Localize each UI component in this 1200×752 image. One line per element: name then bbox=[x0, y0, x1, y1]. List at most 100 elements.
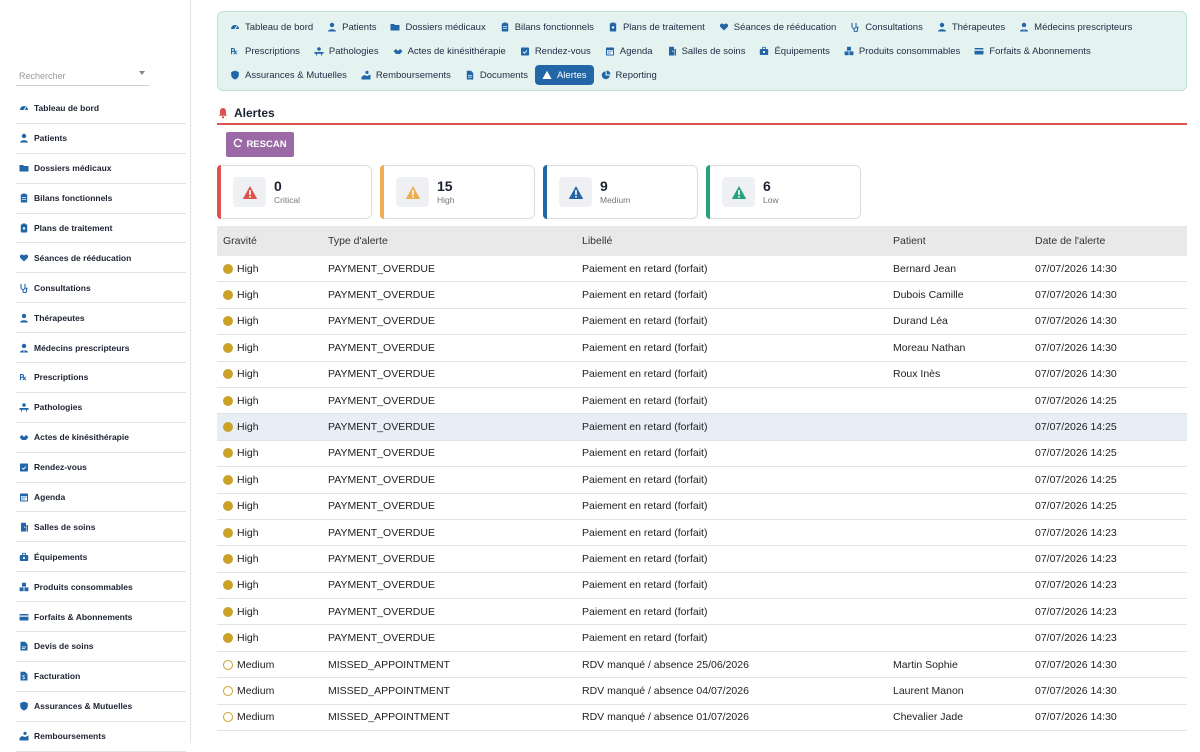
cell-type: PAYMENT_OVERDUE bbox=[328, 500, 435, 513]
nav-tab-row3-4[interactable]: Alertes bbox=[534, 65, 594, 85]
col-header-severity[interactable]: Gravité bbox=[217, 235, 322, 247]
nav-tab-row1-8[interactable]: Thérapeutes bbox=[930, 17, 1012, 37]
rescan-button[interactable]: RESCAN bbox=[226, 132, 294, 157]
nav-tab-label: Équipements bbox=[774, 45, 830, 57]
sidebar-item-6[interactable]: Séances de rééducation bbox=[16, 243, 186, 274]
table-row[interactable]: High PAYMENT_OVERDUE Paiement en retard (f… bbox=[217, 599, 1187, 626]
severity-text: High bbox=[237, 262, 259, 275]
chevron-down-icon[interactable] bbox=[139, 71, 145, 75]
cell-severity: High bbox=[217, 342, 322, 354]
cell-patient: Bernard Jean bbox=[893, 262, 957, 275]
table-row[interactable]: High PAYMENT_OVERDUE Paiement en retard (f… bbox=[217, 282, 1187, 309]
nav-tab-row1-2[interactable]: Patients bbox=[320, 17, 383, 37]
cell-severity: High bbox=[217, 527, 322, 539]
table-row[interactable]: High PAYMENT_OVERDUE Paiement en retard (f… bbox=[217, 546, 1187, 573]
severity-dot-icon bbox=[223, 369, 233, 380]
nav-tab-row3-1[interactable]: Assurances & Mutuelles bbox=[223, 65, 354, 85]
col-header-patient[interactable]: Patient bbox=[887, 235, 1029, 247]
table-row[interactable]: High PAYMENT_OVERDUE Paiement en retard (f… bbox=[217, 387, 1187, 415]
nav-tab-row2-4[interactable]: Rendez-vous bbox=[513, 41, 598, 61]
sidebar-item-3[interactable]: Dossiers médicaux bbox=[16, 154, 186, 184]
sidebar-item-17[interactable]: Produits consommables bbox=[16, 572, 186, 603]
cell-date: 07/07/2026 14:23 bbox=[1035, 552, 1117, 565]
nav-tab-row2-1[interactable]: ℞ Prescriptions bbox=[223, 41, 307, 61]
stat-value: 9 bbox=[600, 178, 608, 194]
sidebar-search[interactable] bbox=[16, 66, 149, 86]
nav-tab-row2-9[interactable]: Forfaits & Abonnements bbox=[967, 41, 1097, 61]
table-row[interactable]: High PAYMENT_OVERDUE Paiement en retard (f… bbox=[217, 493, 1187, 520]
document-icon bbox=[465, 70, 475, 80]
shield-icon bbox=[19, 701, 29, 711]
table-row[interactable]: High PAYMENT_OVERDUE Paiement en retard (f… bbox=[217, 335, 1187, 362]
sidebar-item-21[interactable]: Assurances & Mutuelles bbox=[16, 692, 186, 722]
sidebar-item-5[interactable]: Plans de traitement bbox=[16, 214, 186, 244]
cell-patient: Martin Sophie bbox=[893, 658, 958, 671]
nav-tab-row1-5[interactable]: Plans de traitement bbox=[601, 17, 712, 37]
nav-tab-row2-8[interactable]: Produits consommables bbox=[837, 41, 967, 61]
nav-tab-row2-3[interactable]: Actes de kinésithérapie bbox=[386, 41, 513, 61]
table-row[interactable]: High PAYMENT_OVERDUE Paiement en retard (f… bbox=[217, 361, 1187, 388]
nav-tab-row3-3[interactable]: Documents bbox=[458, 65, 535, 85]
table-row[interactable]: Medium MISSED_APPOINTMENT RDV manqué / abs… bbox=[217, 651, 1187, 679]
table-row[interactable]: High PAYMENT_OVERDUE Paiement en retard (f… bbox=[217, 440, 1187, 468]
table-row[interactable]: High PAYMENT_OVERDUE Paiement en retard (f… bbox=[217, 572, 1187, 600]
cell-severity: High bbox=[217, 421, 322, 433]
sidebar-item-16[interactable]: Équipements bbox=[16, 542, 186, 573]
cell-label: Paiement en retard (forfait) bbox=[582, 473, 708, 486]
cell-patient: Roux Inès bbox=[893, 368, 941, 381]
table-row[interactable]: High PAYMENT_OVERDUE Paiement en retard (f… bbox=[217, 256, 1187, 283]
sidebar-item-15[interactable]: Salles de soins bbox=[16, 512, 186, 543]
sidebar-item-label: Forfaits & Abonnements bbox=[34, 611, 133, 622]
table-row[interactable]: Medium MISSED_APPOINTMENT RDV manqué / abs… bbox=[217, 704, 1187, 732]
nav-tab-row1-4[interactable]: Bilans fonctionnels bbox=[493, 17, 601, 37]
nav-tab-row2-2[interactable]: Pathologies bbox=[307, 41, 386, 61]
col-header-date[interactable]: Date de l'alerte bbox=[1029, 235, 1187, 247]
nav-tab-row2-7[interactable]: Équipements bbox=[752, 41, 836, 61]
nav-tab-row1-9[interactable]: Médecins prescripteurs bbox=[1012, 17, 1139, 37]
table-row[interactable]: High PAYMENT_OVERDUE Paiement en retard (f… bbox=[217, 625, 1187, 652]
sidebar-item-4[interactable]: Bilans fonctionnels bbox=[16, 184, 186, 214]
col-header-label[interactable]: Libellé bbox=[576, 235, 887, 247]
sidebar-item-10[interactable]: ℞ Prescriptions bbox=[16, 363, 186, 393]
sidebar-item-label: Rendez-vous bbox=[34, 462, 87, 473]
nav-tab-row1-6[interactable]: Séances de rééducation bbox=[712, 17, 843, 37]
sidebar-item-20[interactable]: $ Facturation bbox=[16, 662, 186, 692]
sidebar-item-9[interactable]: Médecins prescripteurs bbox=[16, 333, 186, 364]
nav-tab-label: Forfaits & Abonnements bbox=[989, 45, 1091, 57]
sidebar-item-1[interactable]: Tableau de bord bbox=[16, 94, 186, 124]
sidebar-item-label: Bilans fonctionnels bbox=[34, 193, 113, 204]
nav-tab-row1-7[interactable]: Consultations bbox=[843, 17, 930, 37]
sidebar-item-12[interactable]: Actes de kinésithérapie bbox=[16, 423, 186, 453]
nav-tab-row3-5[interactable]: Reporting bbox=[594, 65, 664, 85]
sidebar-item-22[interactable]: Remboursements bbox=[16, 722, 186, 752]
sidebar-item-2[interactable]: Patients bbox=[16, 124, 186, 154]
cell-severity: High bbox=[217, 315, 322, 327]
nav-tab-row2-5[interactable]: Agenda bbox=[598, 41, 660, 61]
sidebar-item-7[interactable]: Consultations bbox=[16, 273, 186, 304]
nav-tab-row2-6[interactable]: Salles de soins bbox=[660, 41, 753, 61]
cell-severity: High bbox=[217, 368, 322, 380]
table-row[interactable]: High PAYMENT_OVERDUE Paiement en retard (f… bbox=[217, 308, 1187, 336]
table-row[interactable]: High PAYMENT_OVERDUE Paiement en retard (f… bbox=[217, 519, 1187, 547]
nav-tab-row1-1[interactable]: Tableau de bord bbox=[223, 17, 320, 37]
cell-type: PAYMENT_OVERDUE bbox=[328, 473, 435, 486]
sidebar-item-14[interactable]: Agenda bbox=[16, 483, 186, 513]
table-row[interactable]: High PAYMENT_OVERDUE Paiement en retard (f… bbox=[217, 414, 1187, 441]
sidebar-item-18[interactable]: Forfaits & Abonnements bbox=[16, 602, 186, 633]
dashboard-icon bbox=[230, 22, 240, 32]
sidebar-item-13[interactable]: Rendez-vous bbox=[16, 453, 186, 483]
search-input[interactable] bbox=[16, 66, 149, 86]
table-row[interactable]: High PAYMENT_OVERDUE Paiement en retard (f… bbox=[217, 467, 1187, 494]
table-row[interactable]: Medium MISSED_APPOINTMENT RDV manqué / abs… bbox=[217, 678, 1187, 705]
nav-tab-row1-3[interactable]: Dossiers médicaux bbox=[383, 17, 492, 37]
hands-icon bbox=[19, 432, 29, 442]
warning-icon bbox=[542, 70, 552, 80]
severity-text: Medium bbox=[237, 711, 275, 724]
stethoscope-icon bbox=[19, 283, 29, 293]
col-header-type[interactable]: Type d'alerte bbox=[322, 235, 576, 247]
sidebar-item-11[interactable]: Pathologies bbox=[16, 393, 186, 423]
sidebar-item-8[interactable]: Thérapeutes bbox=[16, 303, 186, 334]
nav-tab-row3-2[interactable]: Remboursements bbox=[354, 65, 458, 85]
sidebar-item-19[interactable]: Devis de soins bbox=[16, 632, 186, 662]
procedure-icon bbox=[314, 46, 324, 56]
